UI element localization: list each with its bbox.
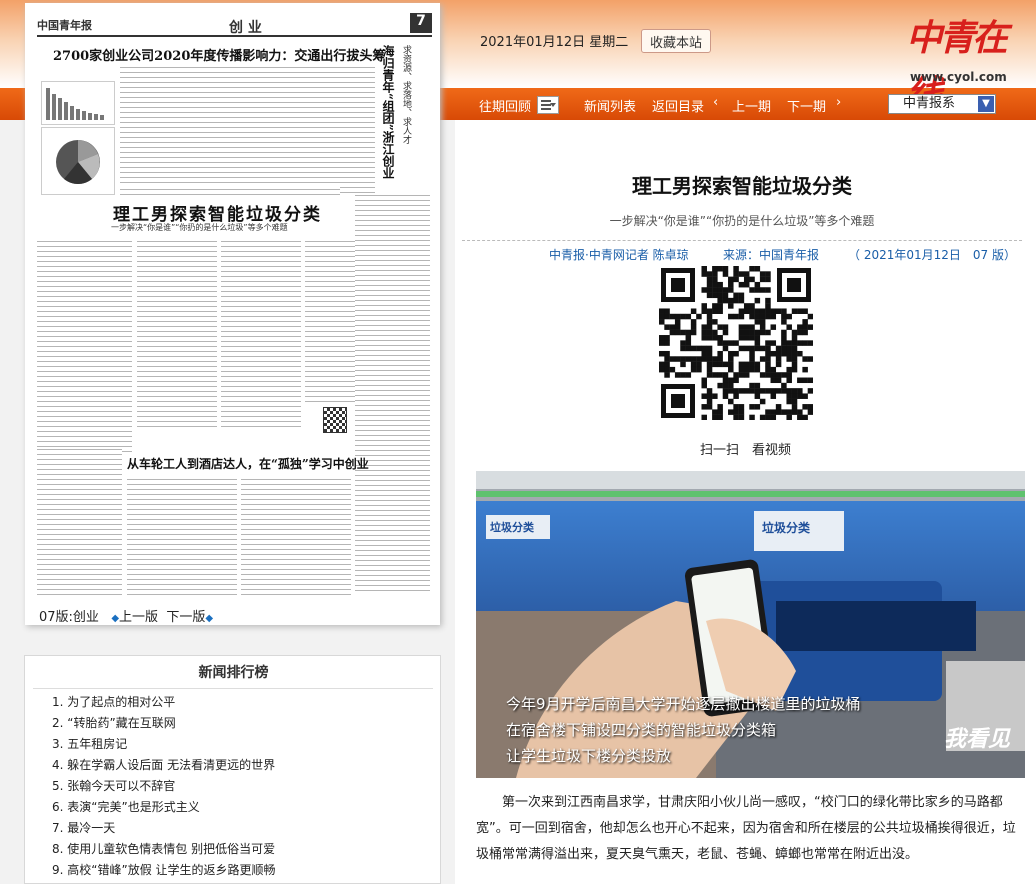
diamond-left-icon: ◆: [111, 613, 120, 624]
article-author: 中青报·中青网记者 陈卓琼: [549, 248, 689, 262]
paper-vertical-headline[interactable]: 海归青年“组团”浙江创业: [381, 45, 397, 179]
article-date-page: （ 2021年01月12日 07 版）: [848, 248, 1016, 262]
newspaper-select-value: 中青报系: [903, 96, 956, 111]
video-sign-right: 垃圾分类: [762, 521, 811, 535]
paper-logo: 中国青年报: [37, 19, 92, 32]
paper-text-block: [120, 187, 340, 195]
paper-text-block: [241, 477, 351, 597]
paper-masthead: 中国青年报 创 业 7: [37, 13, 432, 37]
qr-code: [659, 266, 813, 420]
divider: [33, 688, 433, 689]
nav-news-list[interactable]: 新闻列表: [584, 96, 636, 115]
paper-section: 创 业: [229, 20, 262, 36]
nav-return-index[interactable]: 返回目录: [652, 96, 704, 115]
paper-text-block: [37, 239, 132, 453]
video-watermark: 我看见: [944, 726, 1011, 752]
chevron-down-icon[interactable]: ▼: [978, 96, 994, 112]
list-icon[interactable]: [537, 96, 559, 114]
ranking-item[interactable]: 6. 表演“完美”也是形式主义: [52, 797, 276, 818]
header-date: 2021年01月12日 星期二: [480, 35, 629, 50]
favorite-button[interactable]: 收藏本站: [641, 29, 711, 53]
prev-page-link[interactable]: 上一版: [119, 610, 158, 625]
nav-prev-issue[interactable]: 上一期: [732, 96, 771, 115]
nav-next-issue[interactable]: 下一期: [787, 96, 826, 115]
paper-text-block: [305, 239, 355, 404]
news-ranking-panel: 新闻排行榜 1. 为了起点的相对公平 2. “转胎药”藏在互联网 3. 五年租房…: [24, 655, 441, 884]
news-ranking-title: 新闻排行榜: [198, 665, 269, 681]
paper-footer: 07版:创业 ◆上一版 下一版◆: [39, 606, 213, 625]
newspaper-select[interactable]: 中青报系 ▼: [888, 94, 996, 114]
ranking-item[interactable]: 5. 张翰今天可以不辞官: [52, 776, 276, 797]
paper-text-block: [127, 477, 237, 597]
paper-footer-page: 07版:创业: [39, 610, 99, 625]
newspaper-page-image[interactable]: 中国青年报 创 业 7 2700家创业公司2020年度传播影响力：交通出行拔头筹…: [25, 3, 440, 625]
paper-headline-top[interactable]: 2700家创业公司2020年度传播影响力：交通出行拔头筹: [53, 45, 385, 64]
ranking-item[interactable]: 4. 躲在学霸人设后面 无法看清更远的世界: [52, 755, 276, 776]
next-page-link[interactable]: 下一版: [166, 610, 205, 625]
news-ranking-list: 1. 为了起点的相对公平 2. “转胎药”藏在互联网 3. 五年租房记 4. 躲…: [52, 692, 276, 881]
ranking-item[interactable]: 2. “转胎药”藏在互联网: [52, 713, 276, 734]
ranking-item[interactable]: 9. 高校“错峰”放假 让学生的返乡路更顺畅: [52, 860, 276, 881]
ranking-item[interactable]: 1. 为了起点的相对公平: [52, 692, 276, 713]
ranking-item[interactable]: 3. 五年租房记: [52, 734, 276, 755]
diamond-right-icon: ◆: [205, 613, 214, 624]
paper-text-block: [221, 239, 301, 429]
site-logo[interactable]: 中青在线: [906, 10, 1010, 115]
site-logo-url: www.cyol.com: [910, 70, 1007, 84]
paper-text-block: [120, 65, 375, 193]
divider: [462, 240, 1022, 241]
article-body-paragraph: 第一次来到江西南昌求学，甘肃庆阳小伙儿尚一感叹，“校门口的绿化带比家乡的马路都宽…: [476, 795, 1016, 862]
chevron-left-icon: ‹: [713, 95, 719, 110]
article-title: 理工男探索智能垃圾分类: [632, 174, 852, 198]
paper-headline-bottom[interactable]: 从车轮工人到酒店达人，在“孤独”学习中创业: [127, 455, 369, 472]
chevron-right-icon: ›: [836, 95, 842, 110]
scan-to-watch-label: 扫一扫 看视频: [700, 443, 792, 458]
ranking-item[interactable]: 7. 最冷一天: [52, 818, 276, 839]
article-subtitle: 一步解决“你是谁”“你扔的是什么垃圾”等多个难题: [609, 214, 875, 228]
paper-qr-code: [323, 407, 347, 433]
video-caption-line: 让学生垃圾下楼分类投放: [506, 747, 672, 765]
paper-bar-chart: [41, 81, 115, 125]
paper-pie-chart: [41, 127, 115, 195]
paper-headline-main-sub: 一步解决“你是谁”“你扔的是什么垃圾”等多个难题: [111, 223, 288, 232]
article-source: 来源：中国青年报: [723, 248, 820, 262]
paper-vertical-subhead: 求资源、求落地、求人才: [401, 45, 411, 144]
video-sign-left: 垃圾分类: [490, 521, 534, 534]
paper-page-number: 7: [410, 13, 432, 33]
article-video[interactable]: 垃圾分类 垃圾分类 今年9月开学后南昌大学开始逐层撤出楼道里的垃圾桶 在宿舍楼下…: [476, 471, 1025, 778]
nav-back-issues[interactable]: 往期回顾: [479, 96, 531, 115]
video-caption-line: 今年9月开学后南昌大学开始逐层撤出楼道里的垃圾桶: [506, 695, 861, 713]
video-caption-line: 在宿舍楼下铺设四分类的智能垃圾分类箱: [506, 721, 777, 739]
ranking-item[interactable]: 8. 使用儿童软色情表情包 别把低俗当可爱: [52, 839, 276, 860]
paper-text-block: [137, 239, 217, 429]
paper-text-block: [37, 447, 122, 597]
paper-text-block: [355, 193, 430, 593]
